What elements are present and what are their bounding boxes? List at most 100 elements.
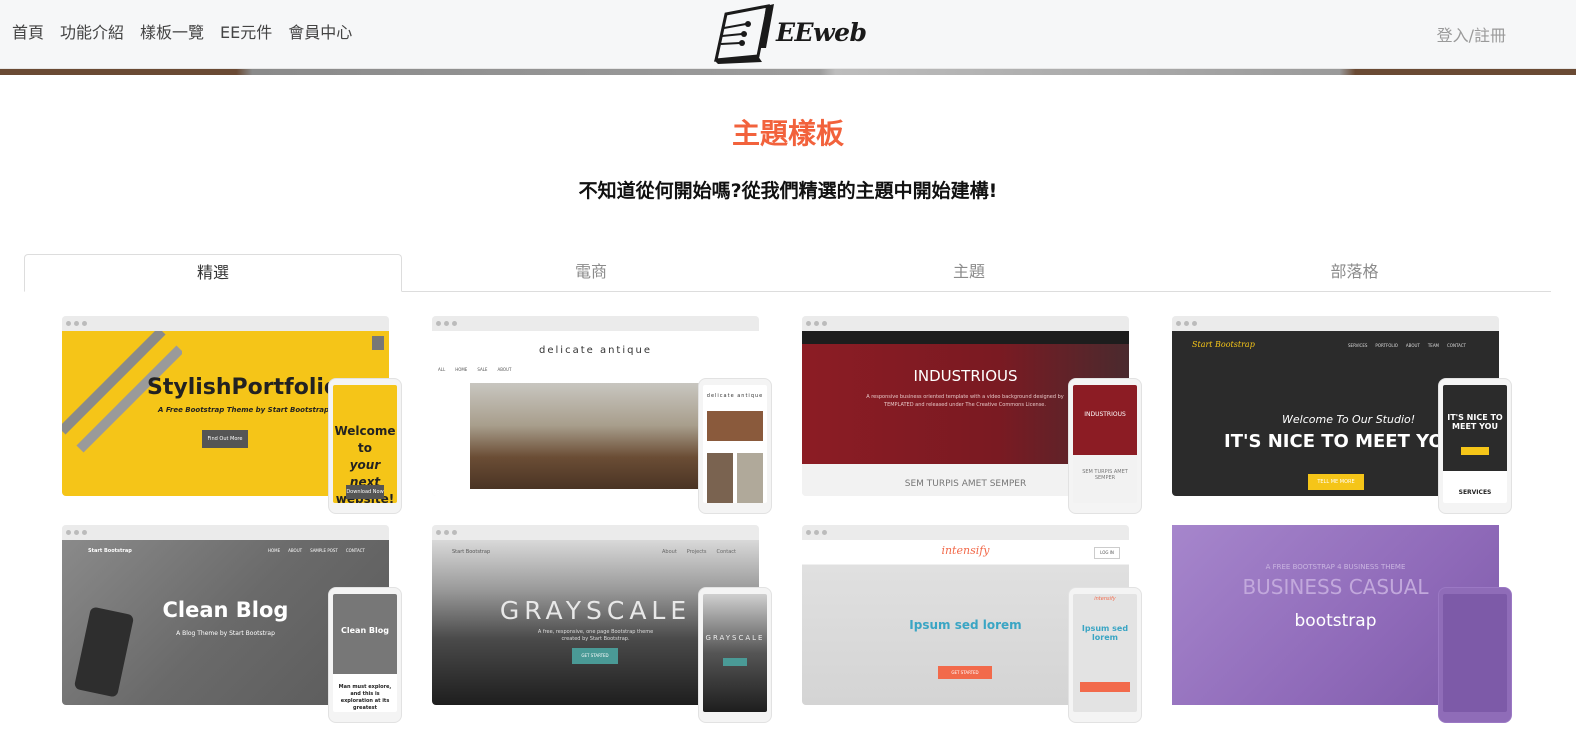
template-nav: About Projects Contact	[662, 549, 736, 555]
template-nav: SERVICES PORTFOLIO ABOUT TEAM CONTACT	[1348, 343, 1466, 348]
phone-title: INDUSTRIOUS	[1084, 411, 1126, 418]
template-topbar	[802, 331, 1129, 344]
phone-button: Download Now	[346, 485, 384, 499]
phone-text: Man must explore, and this is exploratio…	[338, 684, 392, 711]
header-banner-strip	[0, 69, 1576, 75]
template-nav-item: Contact	[716, 549, 736, 555]
page-subtitle: 不知道從何開始嗎?從我們精選的主題中開始建構!	[578, 180, 998, 202]
template-button: Find Out More	[202, 430, 248, 448]
template-brand: Start Bootstrap	[452, 549, 491, 555]
template-nav: HOME ABOUT SAMPLE POST CONTACT	[268, 548, 365, 553]
template-nav-item: CONTACT	[1447, 343, 1466, 348]
template-nav-item: SALE	[477, 367, 488, 372]
phone-text-line: Welcome to	[334, 424, 396, 455]
tab-blog[interactable]: 部落格	[1158, 254, 1551, 292]
template-nav-item: TEAM	[1427, 343, 1440, 348]
phone-preview: GRAYSCALE	[698, 587, 772, 723]
nav-item-features[interactable]: 功能介紹	[60, 22, 124, 44]
browser-dots	[802, 316, 1129, 331]
phone-photo	[707, 411, 763, 441]
nav-item-home[interactable]: 首頁	[12, 22, 44, 44]
login-register-link[interactable]: 登入/註冊	[1437, 22, 1506, 46]
template-nav-item: PORTFOLIO	[1375, 343, 1398, 348]
template-card-delicate-antique[interactable]: delicate antique ALL HOME SALE ABOUT del…	[432, 316, 772, 514]
phone-caption: SERVICES	[1458, 489, 1492, 496]
template-nav-item: ABOUT	[1405, 343, 1420, 348]
template-card-business-casual[interactable]: A FREE BOOTSTRAP 4 BUSINESS THEME BUSINE…	[1172, 525, 1512, 723]
tab-theme[interactable]: 主題	[780, 254, 1158, 292]
site-logo[interactable]: EEweb	[712, 4, 867, 66]
phone-button	[723, 658, 747, 666]
tab-ecommerce[interactable]: 電商	[402, 254, 780, 292]
template-nav-item: About	[662, 549, 677, 555]
browser-dots	[432, 525, 759, 540]
template-overline: A FREE BOOTSTRAP 4 BUSINESS THEME	[1265, 563, 1406, 571]
template-nav-item: ALL	[438, 367, 446, 372]
template-card-clean-blog[interactable]: Start Bootstrap HOME ABOUT SAMPLE POST C…	[62, 525, 402, 723]
phone-caption: SEM TURPIS AMET SEMPER	[1082, 469, 1128, 481]
template-tagline: A Free Bootstrap Theme by Start Bootstra…	[158, 406, 330, 414]
template-brand: Start Bootstrap	[1192, 340, 1255, 349]
page-title: 主題樣板	[731, 117, 844, 150]
template-category-tabs: 精選 電商 主題 部落格	[24, 254, 1551, 292]
phone-title: Ipsum sed lorem	[1081, 624, 1129, 642]
template-card-agency[interactable]: Start Bootstrap SERVICES PORTFOLIO ABOUT…	[1172, 316, 1512, 514]
phone-preview: INDUSTRIOUS SEM TURPIS AMET SEMPER	[1068, 378, 1142, 514]
template-nav-item: HOME	[455, 367, 468, 372]
logo-text: EEweb	[776, 18, 867, 47]
browser-dots	[62, 316, 389, 331]
phone-preview: delicate antique	[698, 378, 772, 514]
phone-preview	[1438, 587, 1512, 723]
template-button: GET STARTED	[938, 666, 992, 679]
template-nav: ALL HOME SALE ABOUT	[438, 367, 511, 372]
phone-photo	[737, 453, 763, 503]
template-card-industrious[interactable]: INDUSTRIOUS A responsive business orient…	[802, 316, 1142, 514]
phone-preview: Welcome to your next website! Download N…	[328, 378, 402, 514]
phone-brand: intensify	[1094, 596, 1116, 602]
phone-preview: Clean Blog Man must explore, and this is…	[328, 587, 402, 723]
nav-item-ee-components[interactable]: EE元件	[220, 22, 272, 44]
phone-hero	[1073, 385, 1137, 455]
nav-item-templates[interactable]: 樣板一覽	[140, 22, 204, 44]
template-nav-item: ABOUT	[288, 548, 303, 553]
template-button: GET STARTED	[572, 648, 618, 664]
browser-dots	[802, 525, 1129, 540]
template-nav-item: Projects	[686, 549, 707, 555]
main-nav: 首頁 功能介紹 樣板一覽 EE元件 會員中心	[12, 22, 368, 44]
phone-title: IT'S NICE TO MEET YOU	[1447, 413, 1503, 431]
template-card-grayscale[interactable]: Start Bootstrap About Projects Contact G…	[432, 525, 772, 723]
template-title: delicate antique	[539, 345, 652, 356]
phone-title: delicate antique	[706, 393, 764, 399]
furniture-photo	[470, 383, 700, 489]
phone-preview: intensify Ipsum sed lorem	[1068, 587, 1142, 723]
template-title: IT'S NICE TO MEET YOU	[1224, 431, 1459, 452]
template-button: TELL ME MORE	[1308, 474, 1364, 490]
template-nav-item: ABOUT	[497, 367, 512, 372]
template-login: LOG IN	[1094, 547, 1120, 559]
tab-featured[interactable]: 精選	[24, 254, 402, 292]
template-nav-item: HOME	[268, 548, 281, 553]
phone-photo	[707, 453, 733, 503]
template-title: StylishPortfolio	[147, 375, 340, 400]
template-brand: Start Bootstrap	[88, 548, 132, 554]
template-card-stylish-portfolio[interactable]: StylishPortfolio A Free Bootstrap Theme …	[62, 316, 402, 514]
template-nav-item: SAMPLE POST	[310, 548, 338, 553]
browser-dots	[432, 316, 759, 331]
laptop-logo-icon	[714, 4, 774, 64]
phone-preview: IT'S NICE TO MEET YOU SERVICES	[1438, 378, 1512, 514]
top-navbar: 首頁 功能介紹 樣板一覽 EE元件 會員中心 EEweb 登入/註冊	[0, 0, 1576, 69]
nav-item-member-center[interactable]: 會員中心	[288, 22, 352, 44]
template-nav-item: CONTACT	[345, 548, 365, 553]
template-card-intensify[interactable]: intensify LOG IN Ipsum sed lorem GET STA…	[802, 525, 1142, 723]
phone-title: Clean Blog	[341, 626, 389, 635]
template-tagline: A responsive business oriented template …	[866, 394, 1064, 408]
template-subtitle: Welcome To Our Studio!	[1282, 413, 1416, 426]
template-nav-item: SERVICES	[1348, 343, 1368, 348]
phone-button	[1461, 447, 1489, 455]
browser-dots	[1172, 316, 1499, 331]
phone-title: GRAYSCALE	[705, 634, 765, 642]
menu-icon	[372, 336, 384, 350]
template-tagline: A free, responsive, one page Bootstrap t…	[537, 629, 654, 642]
browser-dots	[62, 525, 389, 540]
phone-button	[1080, 682, 1130, 692]
